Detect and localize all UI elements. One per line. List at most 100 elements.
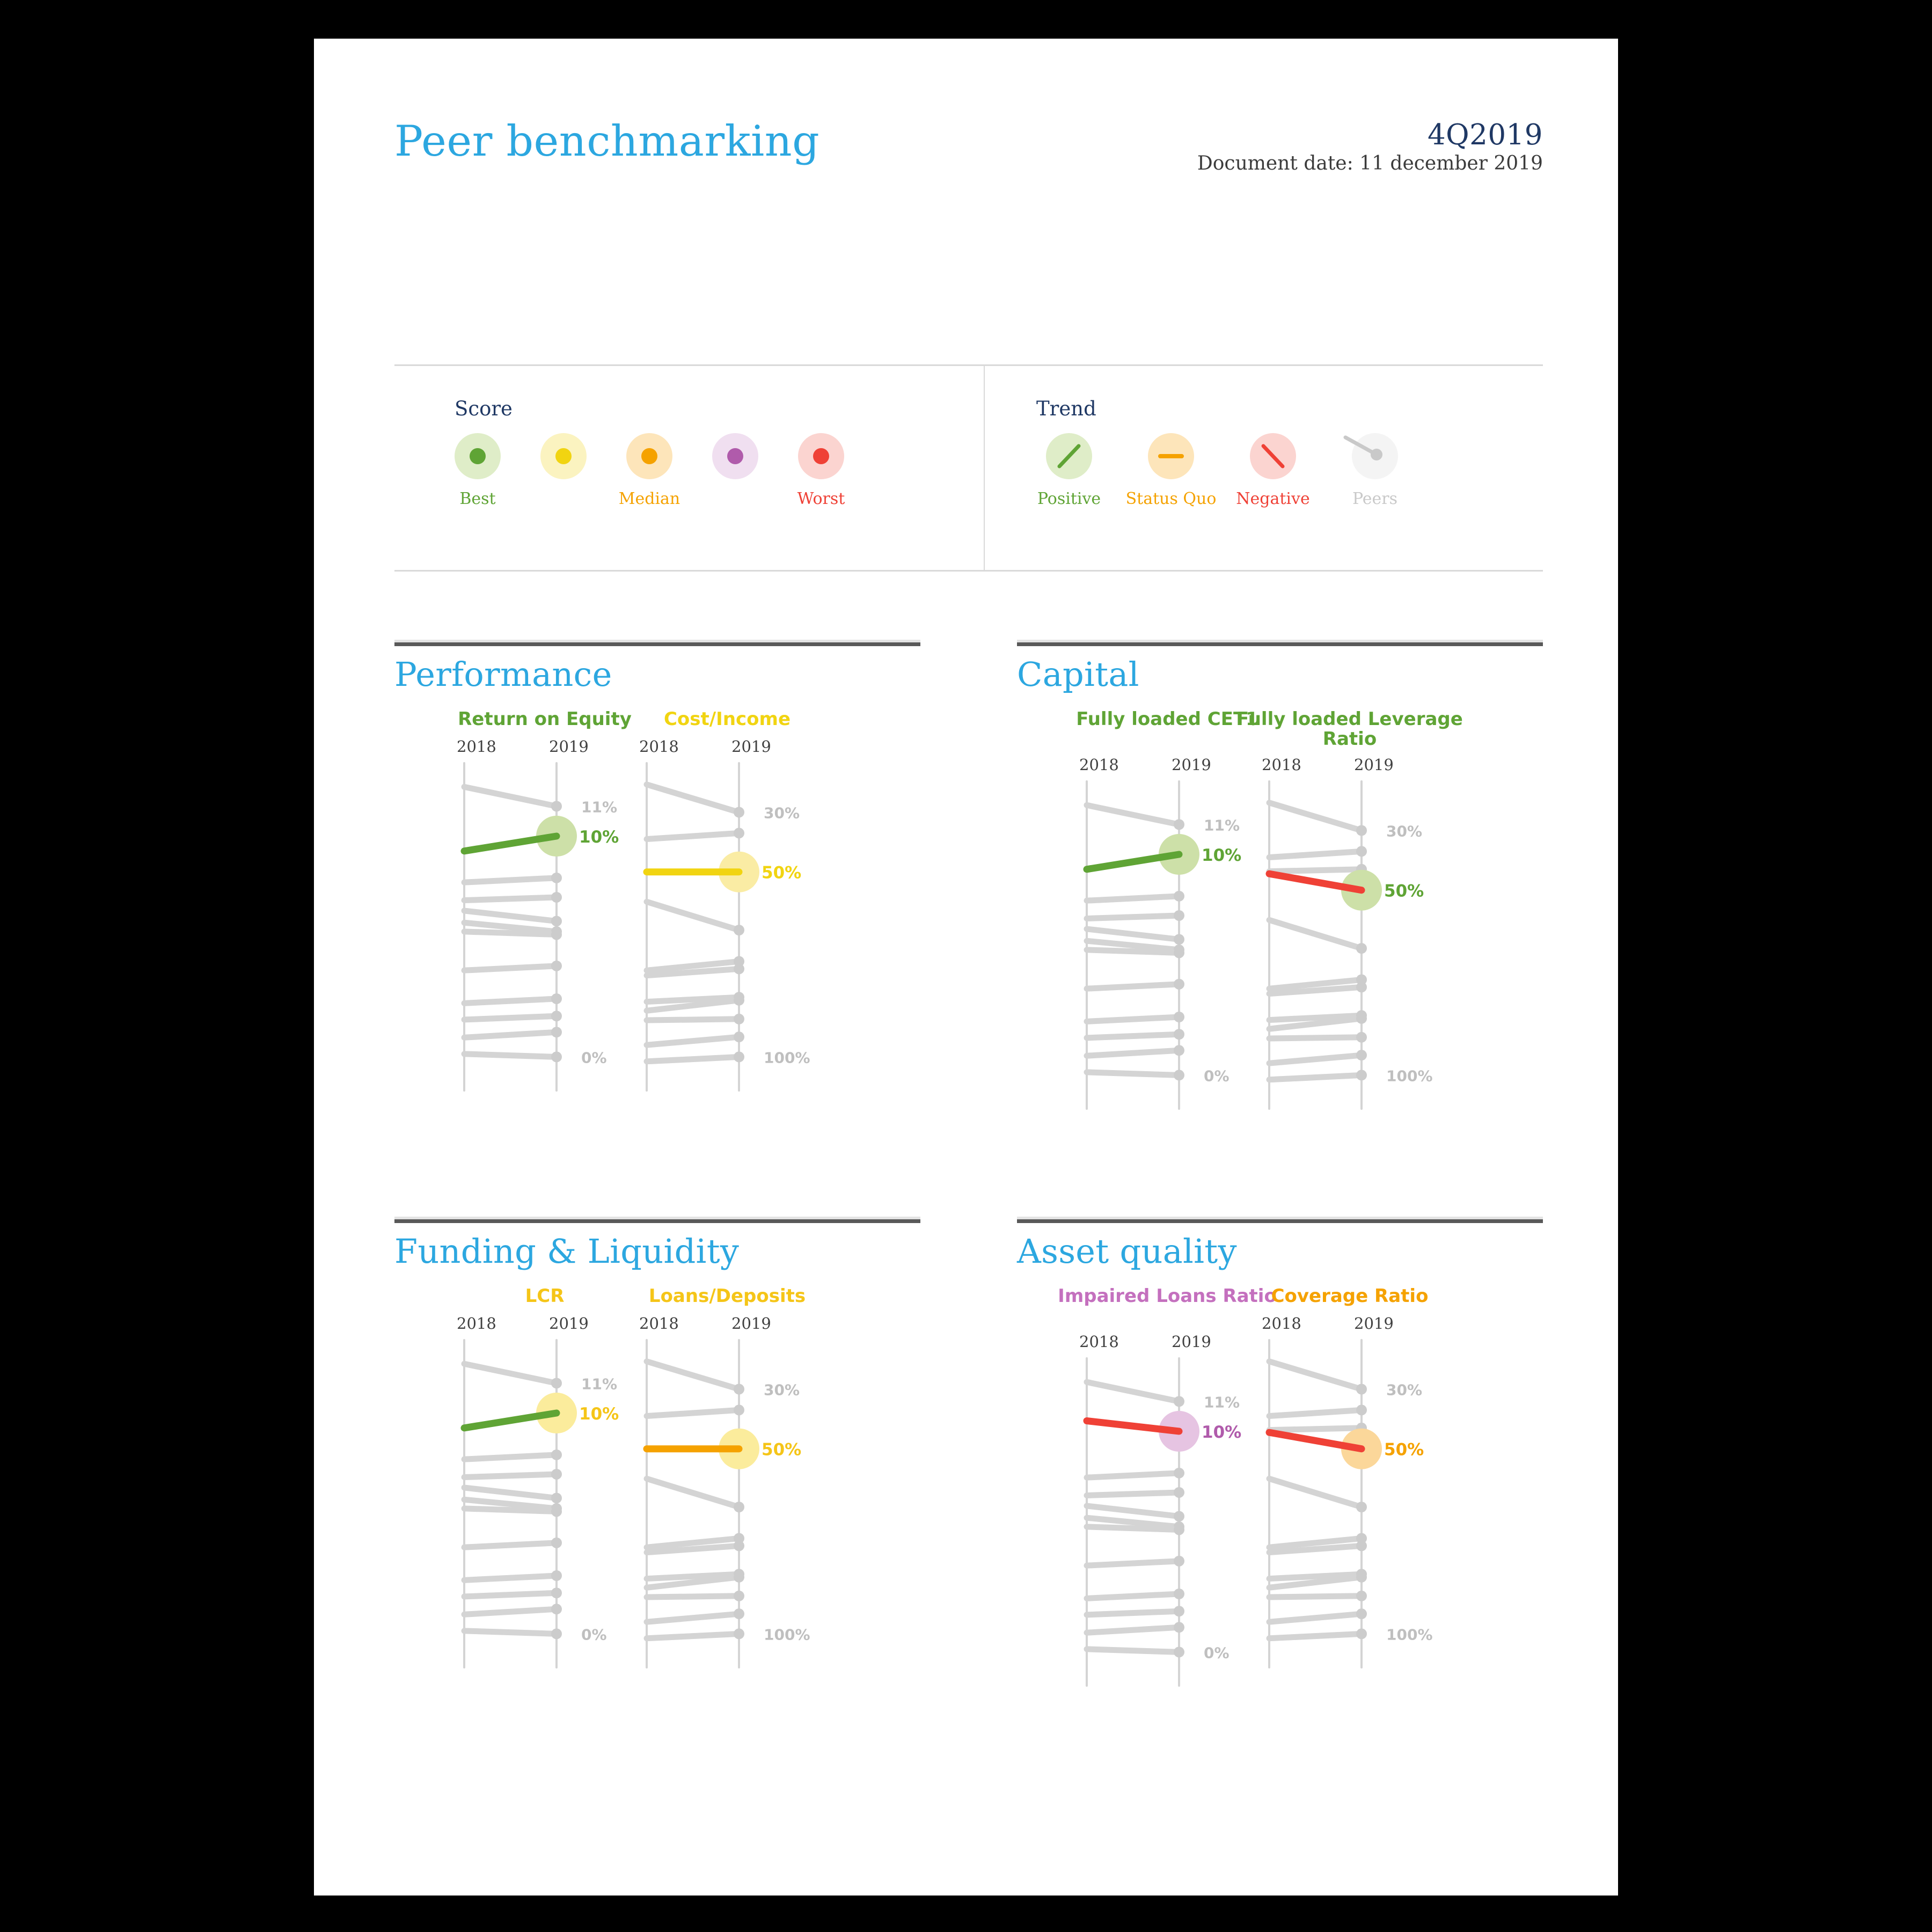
- peer-slope: [1266, 1404, 1367, 1419]
- peer-slope: [1084, 1487, 1184, 1499]
- section-divider: [1017, 640, 1543, 646]
- peer-slope: [461, 1570, 562, 1583]
- trend-peers-icon: [1343, 433, 1398, 479]
- score-legend-item: Worst: [778, 433, 864, 508]
- bank-value-label: 50%: [1384, 882, 1424, 901]
- peer-slope: [461, 960, 562, 974]
- chart-year-label: 2018: [639, 1314, 679, 1333]
- peer-slope: [643, 1590, 744, 1601]
- peer-slope: [643, 898, 744, 936]
- peer-slope: [643, 1031, 744, 1048]
- peer-slope: [1084, 802, 1184, 830]
- score-dot-worst: [798, 433, 844, 479]
- peer-slope: [461, 891, 562, 904]
- peer-slope: [1084, 1379, 1184, 1407]
- peer-slope: [1266, 1358, 1367, 1395]
- section-divider: [394, 1217, 920, 1223]
- score-legend-item: Best: [435, 433, 521, 508]
- chart-year-label: 2019: [1354, 1314, 1394, 1333]
- peer-slope: [1084, 890, 1184, 904]
- peer-slope: [643, 1608, 744, 1625]
- peer-slope: [461, 993, 562, 1006]
- peer-slope: [1084, 1029, 1184, 1041]
- page-title: Peer benchmarking: [394, 116, 820, 166]
- chart-year-axis: 2018 2019: [1232, 1314, 1468, 1336]
- peer-slope: [1084, 1045, 1184, 1059]
- section-charts: Impaired Loans Ratio 2018 2019 11% 0% 10% Cove…: [1017, 1286, 1543, 1726]
- section-charts: Fully loaded CET1 2018 2019 11% 0% 10% Fully l…: [1017, 709, 1543, 1150]
- peer-slope: [1266, 1608, 1367, 1625]
- peer-slope: [1266, 1475, 1367, 1513]
- chart-year-axis: 2018 2019: [609, 1314, 845, 1336]
- peer-slope: [461, 1360, 562, 1389]
- score-legend-item: [692, 433, 778, 508]
- peer-slope: [1084, 1606, 1184, 1618]
- bank-value-label: 50%: [762, 863, 801, 883]
- trend-down-icon: [1250, 433, 1296, 479]
- score-legend-item: [521, 433, 606, 508]
- score-legend-heading: Score: [455, 397, 513, 420]
- trend-legend-item: Status Quo: [1120, 433, 1222, 508]
- bank-value-label: 50%: [762, 1440, 801, 1460]
- chart-title: Loans/Deposits: [648, 1285, 806, 1307]
- chart-title: Coverage Ratio: [1271, 1285, 1429, 1307]
- peer-slope: [461, 1468, 562, 1481]
- axis-bottom-label: 100%: [764, 1626, 810, 1643]
- axis-top-label: 30%: [764, 804, 800, 822]
- peer-slope: [1084, 1555, 1184, 1569]
- chart-year-label: 2018: [639, 737, 679, 756]
- chart-year-label: 2019: [1172, 756, 1211, 774]
- trend-legend-item: Peers: [1324, 433, 1426, 508]
- trend-legend-item: Negative: [1222, 433, 1324, 508]
- chart-year-label: 2019: [549, 737, 589, 756]
- chart-year-label: 2019: [731, 737, 771, 756]
- peer-slope: [1084, 1069, 1184, 1081]
- page-header: Peer benchmarking 4Q2019 Document date: …: [394, 116, 1543, 202]
- axis-bottom-label: 100%: [1386, 1067, 1433, 1085]
- peer-slope: [461, 872, 562, 885]
- trend-legend-label: Peers: [1352, 489, 1398, 508]
- score-dot-poor: [712, 433, 758, 479]
- trend-flat-icon: [1148, 433, 1194, 479]
- score-dot-core: [813, 448, 829, 464]
- peer-slope: [461, 1449, 562, 1462]
- chart-year-label: 2019: [1354, 756, 1394, 774]
- chart-plot: 30% 100% 50%: [1232, 1339, 1468, 1668]
- trend-legend-item: Positive: [1018, 433, 1120, 508]
- chart-year-label: 2018: [1079, 1333, 1119, 1351]
- peer-slope: [1266, 800, 1367, 836]
- slopegraph-chart: Fully loaded Leverage Ratio 2018 2019 30% 10…: [1232, 709, 1468, 1150]
- document-date: Document date: 11 december 2019: [1197, 152, 1543, 175]
- peer-slope: [1084, 1467, 1184, 1481]
- chart-year-axis: 2018 2019: [609, 737, 845, 759]
- chart-year-axis: 2018 2019: [1232, 756, 1468, 777]
- peer-slope: [1266, 917, 1367, 954]
- peer-slope: [1084, 910, 1184, 922]
- chart-year-label: 2018: [1262, 756, 1301, 774]
- peer-slope: [1266, 1050, 1367, 1066]
- chart-year-label: 2019: [549, 1314, 589, 1333]
- axis-bottom-label: 100%: [1386, 1626, 1433, 1643]
- trend-legend-label: Negative: [1236, 489, 1310, 508]
- section-title: Capital: [1017, 655, 1139, 694]
- trend-legend-heading: Trend: [1036, 397, 1096, 420]
- peer-slope: [643, 1051, 744, 1065]
- peer-slope: [461, 1537, 562, 1550]
- section-divider: [394, 640, 920, 646]
- peer-slope: [1266, 846, 1367, 861]
- peer-slope: [643, 1013, 744, 1024]
- chart-title: Cost/Income: [663, 708, 791, 730]
- reporting-quarter: 4Q2019: [1427, 119, 1543, 151]
- peer-slope: [1084, 1646, 1184, 1658]
- peer-slope: [1084, 978, 1184, 992]
- score-legend-label: Worst: [797, 489, 845, 508]
- trend-legend-items: Positive Status Quo Negative Peers: [1018, 433, 1426, 508]
- peer-slope: [461, 784, 562, 812]
- chart-year-label: 2018: [457, 737, 496, 756]
- peer-slope: [461, 1011, 562, 1023]
- chart-year-label: 2019: [1172, 1333, 1211, 1351]
- chart-plot: 30% 100% 50%: [609, 1339, 845, 1668]
- section-charts: Return on Equity 2018 2019 11% 0% 10% Cost/Inc…: [394, 709, 920, 1150]
- axis-top-label: 30%: [764, 1381, 800, 1399]
- peer-slope: [461, 1628, 562, 1640]
